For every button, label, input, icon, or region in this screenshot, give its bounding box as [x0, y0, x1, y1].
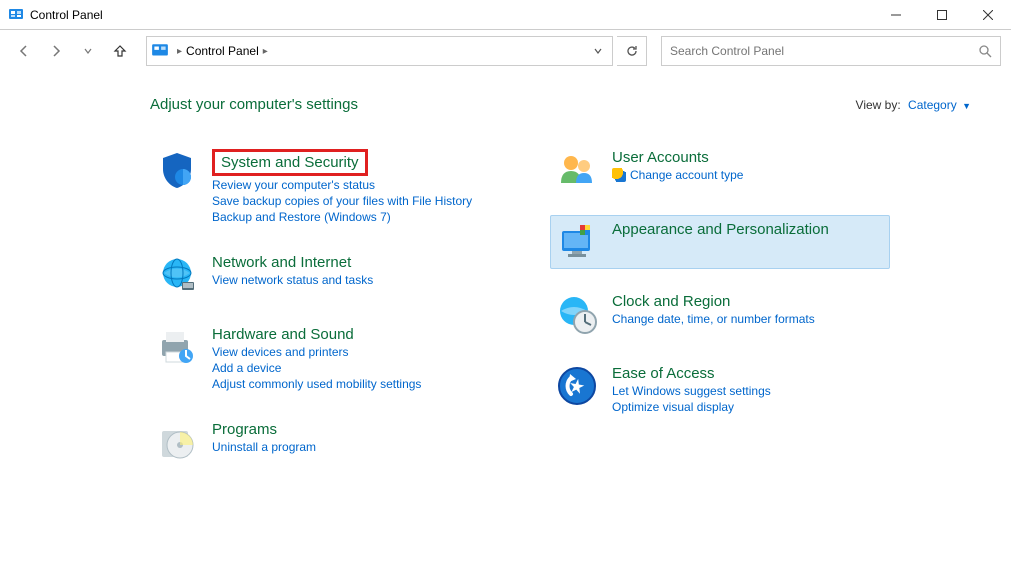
category-grid: System and Security Review your computer… — [150, 143, 971, 469]
view-by-value: Category — [908, 98, 957, 112]
globe-icon — [156, 254, 198, 296]
up-button[interactable] — [106, 37, 134, 65]
category-link[interactable]: Save backup copies of your files with Fi… — [212, 194, 472, 208]
category-appearance[interactable]: Appearance and Personalization — [550, 215, 890, 269]
category-user-accounts[interactable]: User Accounts Change account type — [550, 143, 890, 197]
category-column-right: User Accounts Change account type Appear… — [550, 143, 890, 469]
refresh-button[interactable] — [617, 36, 647, 66]
clock-globe-icon — [556, 293, 598, 335]
category-title[interactable]: Appearance and Personalization — [612, 221, 829, 238]
page-title: Adjust your computer's settings — [150, 96, 856, 113]
shield-icon — [156, 149, 198, 191]
control-panel-icon — [151, 42, 169, 60]
category-ease-of-access[interactable]: Ease of Access Let Windows suggest setti… — [550, 359, 890, 420]
category-network[interactable]: Network and Internet View network status… — [150, 248, 490, 302]
disc-icon — [156, 421, 198, 463]
close-button[interactable] — [965, 0, 1011, 30]
category-link[interactable]: Change date, time, or number formats — [612, 312, 815, 326]
category-link[interactable]: Optimize visual display — [612, 400, 771, 414]
window-title: Control Panel — [30, 8, 873, 22]
search-input[interactable] — [670, 44, 978, 58]
users-icon — [556, 149, 598, 191]
category-title[interactable]: Programs — [212, 421, 316, 438]
minimize-button[interactable] — [873, 0, 919, 30]
content-area: Adjust your computer's settings View by:… — [0, 72, 1011, 469]
address-history-dropdown[interactable] — [588, 37, 608, 65]
window-controls — [873, 0, 1011, 30]
category-title[interactable]: Ease of Access — [612, 365, 771, 382]
category-title[interactable]: System and Security — [212, 149, 368, 176]
view-by-control[interactable]: View by: Category ▼ — [856, 98, 971, 112]
category-title[interactable]: Clock and Region — [612, 293, 815, 310]
search-box[interactable] — [661, 36, 1001, 66]
category-link[interactable]: Add a device — [212, 361, 421, 375]
heading-row: Adjust your computer's settings View by:… — [150, 96, 971, 113]
back-button[interactable] — [10, 37, 38, 65]
category-hardware[interactable]: Hardware and Sound View devices and prin… — [150, 320, 490, 397]
forward-button[interactable] — [42, 37, 70, 65]
chevron-right-icon[interactable]: ▸ — [175, 46, 184, 57]
category-link[interactable]: View network status and tasks — [212, 273, 373, 287]
category-link[interactable]: Change account type — [612, 168, 743, 182]
view-by-label: View by: — [856, 98, 901, 112]
category-clock-region[interactable]: Clock and Region Change date, time, or n… — [550, 287, 890, 341]
category-title[interactable]: Hardware and Sound — [212, 326, 421, 343]
category-link[interactable]: Let Windows suggest settings — [612, 384, 771, 398]
category-link[interactable]: Adjust commonly used mobility settings — [212, 377, 421, 391]
chevron-down-icon: ▼ — [962, 101, 971, 111]
search-icon — [978, 44, 992, 58]
category-link[interactable]: Review your computer's status — [212, 178, 472, 192]
chevron-right-icon[interactable]: ▸ — [261, 46, 270, 57]
breadcrumb-root[interactable]: Control Panel — [184, 44, 261, 58]
category-title[interactable]: Network and Internet — [212, 254, 373, 271]
category-link[interactable]: View devices and printers — [212, 345, 421, 359]
category-programs[interactable]: Programs Uninstall a program — [150, 415, 490, 469]
recent-dropdown[interactable] — [74, 37, 102, 65]
category-system-security[interactable]: System and Security Review your computer… — [150, 143, 490, 230]
category-link[interactable]: Backup and Restore (Windows 7) — [212, 210, 472, 224]
category-link[interactable]: Uninstall a program — [212, 440, 316, 454]
titlebar: Control Panel — [0, 0, 1011, 30]
monitor-icon — [556, 221, 598, 263]
control-panel-icon — [8, 7, 24, 23]
address-bar[interactable]: ▸ Control Panel ▸ — [146, 36, 613, 66]
printer-icon — [156, 326, 198, 368]
nav-toolbar: ▸ Control Panel ▸ — [0, 30, 1011, 72]
category-column-left: System and Security Review your computer… — [150, 143, 490, 469]
ease-of-access-icon — [556, 365, 598, 407]
maximize-button[interactable] — [919, 0, 965, 30]
category-title[interactable]: User Accounts — [612, 149, 743, 166]
